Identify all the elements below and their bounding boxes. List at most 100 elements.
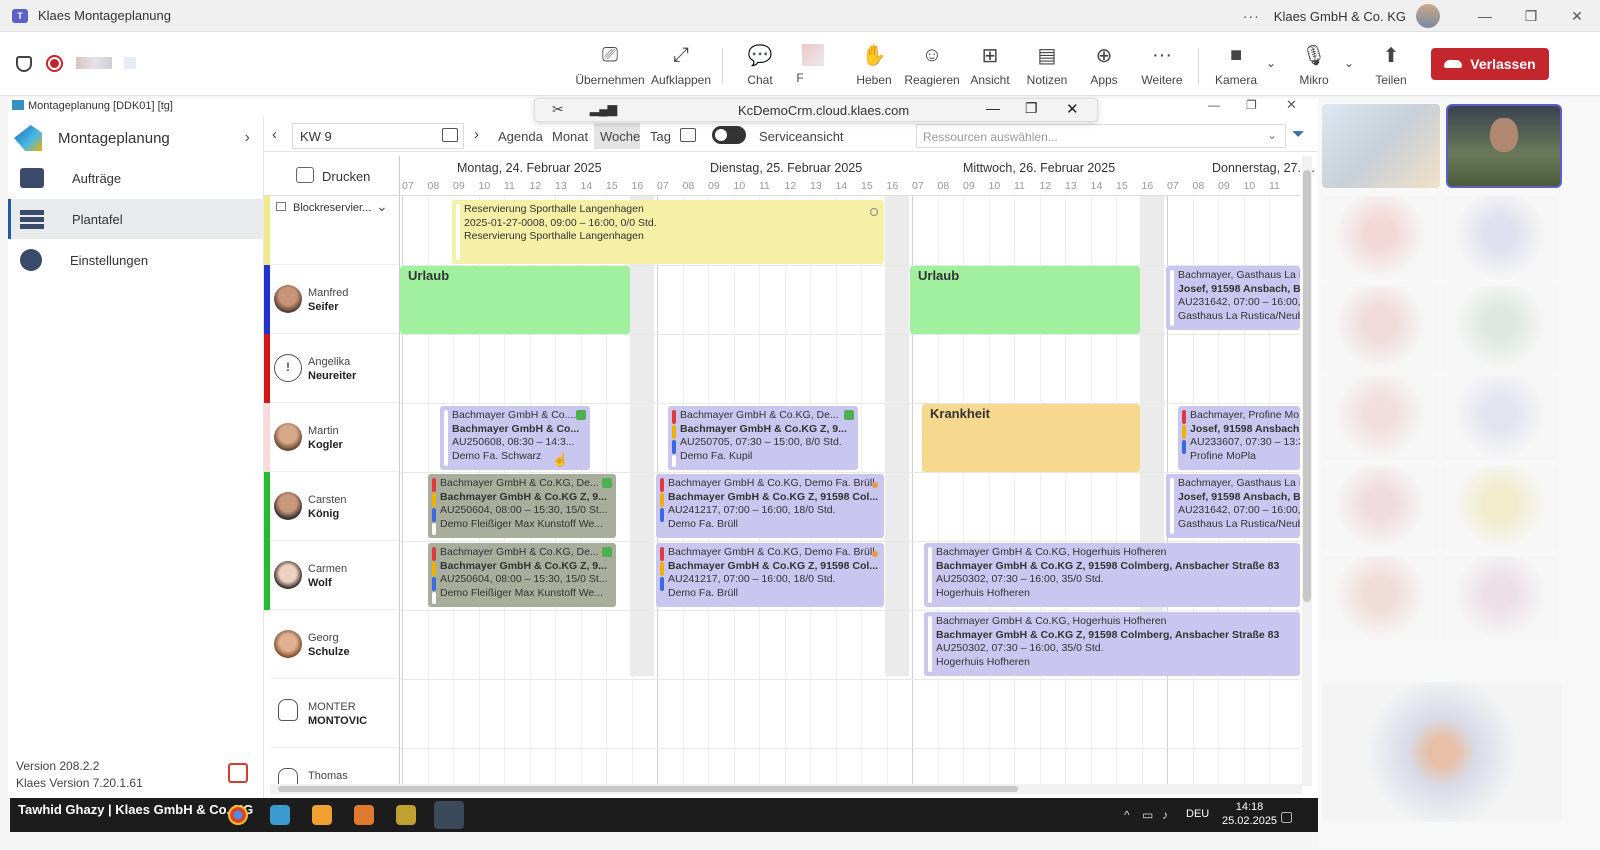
row-wolf[interactable]: Carmen Wolf <box>264 541 399 610</box>
sidebar-item-plantafel[interactable]: Plantafel <box>8 199 264 239</box>
chevron-right-icon[interactable]: › <box>245 129 250 147</box>
participant-tile[interactable] <box>1442 286 1558 370</box>
participant-tile[interactable] <box>1322 556 1438 640</box>
view-button[interactable]: ⊞ Ansicht <box>968 42 1012 92</box>
app-restore-icon[interactable]: ❐ <box>1246 98 1257 112</box>
expand-button[interactable]: ⤢ Aufklappen <box>650 42 712 92</box>
apps-button[interactable]: ⊕ Apps <box>1084 42 1124 92</box>
resource-select[interactable]: Ressourcen auswählen... ⌄ <box>916 124 1286 148</box>
prev-week-icon[interactable]: ‹ <box>272 126 277 143</box>
app-icon[interactable] <box>354 805 374 825</box>
participant-tile[interactable] <box>1322 376 1438 460</box>
record-icon[interactable] <box>46 55 63 72</box>
leave-button[interactable]: Verlassen <box>1431 48 1549 80</box>
view-tag[interactable]: Tag <box>650 129 671 144</box>
participant-tile[interactable] <box>1322 196 1438 280</box>
chevron-down-icon[interactable]: ⌄ <box>376 198 388 215</box>
people-button[interactable]: F <box>790 42 836 92</box>
timeline-icon[interactable] <box>680 128 696 142</box>
calendar-icon[interactable] <box>442 128 458 142</box>
raise-hand-button[interactable]: ✋ Heben <box>852 42 896 92</box>
avatar[interactable] <box>1416 4 1440 28</box>
print-button[interactable]: Drucken <box>322 169 370 184</box>
tray-chevron-icon[interactable]: ^ <box>1124 808 1130 822</box>
logout-icon[interactable] <box>228 763 248 783</box>
participant-tile[interactable] <box>1322 286 1438 370</box>
chrome-icon[interactable] <box>228 805 248 825</box>
row-kogler[interactable]: Martin Kogler <box>264 403 399 472</box>
shield-icon[interactable] <box>16 56 32 72</box>
share-takeover-button[interactable]: ⎚ Übernehmen <box>575 42 644 92</box>
close-icon[interactable]: ✕ <box>1066 100 1079 118</box>
more-button[interactable]: ··· Weitere <box>1138 42 1186 92</box>
app-minimize-icon[interactable]: — <box>1208 98 1220 112</box>
urlaub-block[interactable]: Urlaub <box>910 266 1140 334</box>
restore-icon[interactable]: ❐ <box>1025 100 1038 117</box>
job-block[interactable]: Bachmayer GmbH & Co.KG, De... Bachmayer G… <box>668 406 858 470</box>
job-block[interactable]: Bachmayer GmbH & Co.KG, De... Bachmayer G… <box>428 543 616 607</box>
participant-tile[interactable] <box>1442 556 1558 640</box>
job-block[interactable]: Bachmayer GmbH & Co.KG, Demo Fa. Brüll Ba… <box>656 543 884 607</box>
row-montovic[interactable]: MONTER MONTOVIC <box>264 679 399 748</box>
urlaub-block[interactable]: Urlaub <box>400 266 630 334</box>
volume-icon[interactable]: ♪ <box>1162 808 1168 822</box>
network-icon[interactable]: ▭ <box>1142 808 1153 822</box>
view-agenda[interactable]: Agenda <box>498 129 543 144</box>
scrollbar-thumb[interactable] <box>1303 170 1311 602</box>
unpin-icon[interactable]: ✂ <box>552 101 564 118</box>
sidebar-item-auftraege[interactable]: Aufträge <box>8 158 264 198</box>
clock[interactable]: 14:18 25.02.2025 <box>1222 800 1277 828</box>
view-monat[interactable]: Monat <box>552 129 588 144</box>
minimize-icon[interactable]: — <box>1462 8 1508 24</box>
chevron-down-icon[interactable]: ⌄ <box>1266 56 1276 70</box>
notes-button[interactable]: ▤ Notizen <box>1024 42 1070 92</box>
restore-icon[interactable]: ❐ <box>1508 8 1554 25</box>
participant-tile[interactable] <box>1322 104 1440 188</box>
app-icon[interactable] <box>396 805 416 825</box>
row-blockreservierung[interactable]: Blockreservier... ⌄ <box>264 196 399 265</box>
share-button[interactable]: ⬆ Teilen <box>1370 42 1412 92</box>
participant-tile[interactable] <box>1442 196 1558 280</box>
reservation-block[interactable]: Reservierung Sporthalle Langenhagen 2025… <box>452 200 884 264</box>
close-icon[interactable]: ✕ <box>1554 8 1600 25</box>
filter-icon[interactable]: ⏷ <box>1292 126 1305 144</box>
participant-tile[interactable] <box>1322 466 1438 550</box>
participant-tile[interactable] <box>1442 466 1558 550</box>
view-woche[interactable]: Woche <box>600 129 640 144</box>
job-block[interactable]: Bachmayer GmbH & Co.KG, De... Bachmayer G… <box>428 474 616 538</box>
job-block[interactable]: Bachmayer GmbH & Co.KG, Hogerhuis Hofher… <box>924 543 1300 607</box>
minimize-icon[interactable]: — <box>986 100 1000 116</box>
printer-icon[interactable] <box>296 167 314 183</box>
plus-icon: ⊕ <box>1095 44 1113 67</box>
sidebar-item-einstellungen[interactable]: Einstellungen <box>8 240 264 280</box>
scrollbar-thumb[interactable] <box>278 786 1018 792</box>
language-indicator[interactable]: DEU <box>1186 808 1209 820</box>
row-thomas[interactable]: Thomas <box>264 748 399 784</box>
krankheit-block[interactable]: Krankheit <box>922 404 1140 472</box>
app-icon[interactable] <box>312 805 332 825</box>
camera-button[interactable]: ■ Kamera <box>1214 42 1258 92</box>
chevron-down-icon[interactable]: ⌄ <box>1344 56 1354 70</box>
mic-button[interactable]: 🎙 Mikro <box>1294 42 1334 92</box>
row-schulze[interactable]: Georg Schulze <box>264 610 399 679</box>
job-block[interactable]: Bachmayer, Profine Mo. Josef, 91598 Ansba… <box>1178 406 1300 470</box>
next-week-icon[interactable]: › <box>474 126 479 143</box>
job-block[interactable]: Bachmayer, Gasthaus La Ru Josef, 91598 An… <box>1166 266 1300 330</box>
participant-tile[interactable] <box>1442 376 1558 460</box>
service-toggle[interactable] <box>712 126 746 144</box>
job-block[interactable]: Bachmayer GmbH & Co.KG, Hogerhuis Hofher… <box>924 612 1300 676</box>
row-koenig[interactable]: Carsten König <box>264 472 399 541</box>
job-block[interactable]: Bachmayer GmbH & Co.KG, Demo Fa. Brüll Ba… <box>656 474 884 538</box>
sidebar-header[interactable]: Montageplanung › <box>14 122 264 154</box>
job-block[interactable]: Bachmayer, Gasthaus La Ru Josef, 91598 An… <box>1166 474 1300 538</box>
montage-app-icon[interactable] <box>434 801 464 829</box>
app-close-icon[interactable]: ✕ <box>1286 97 1297 113</box>
row-neureiter[interactable]: ! Angelika Neureiter <box>264 334 399 403</box>
participant-tile[interactable] <box>1322 682 1562 822</box>
notification-icon[interactable]: ▢ <box>1280 808 1293 825</box>
app-icon[interactable] <box>270 805 290 825</box>
chat-button[interactable]: 💬 Chat <box>738 42 782 92</box>
row-seifer[interactable]: Manfred Seifer <box>264 265 399 334</box>
more-icon[interactable]: ··· <box>1243 8 1260 24</box>
react-button[interactable]: ☺ Reagieren <box>904 42 960 92</box>
